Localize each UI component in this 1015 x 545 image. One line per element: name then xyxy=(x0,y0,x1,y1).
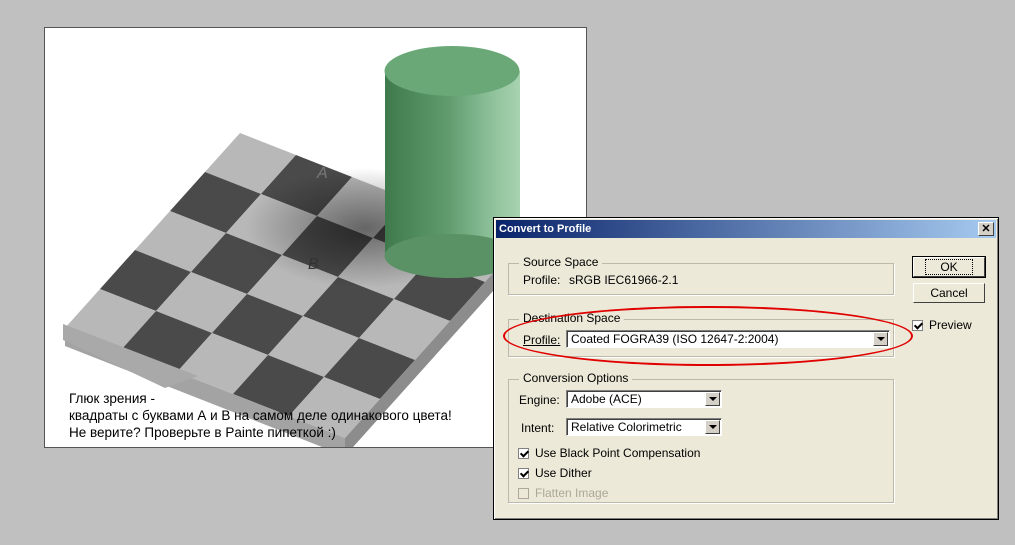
ok-label: OK xyxy=(925,259,973,275)
engine-label: Engine: xyxy=(519,393,560,407)
use-dither-label: Use Dither xyxy=(535,466,592,480)
chevron-down-icon[interactable] xyxy=(705,392,720,406)
intent-label: Intent: xyxy=(521,421,555,435)
letter-b: B xyxy=(308,256,319,273)
dialog-title: Convert to Profile xyxy=(499,223,592,235)
red-highlight-ellipse xyxy=(503,306,913,366)
black-point-label: Use Black Point Compensation xyxy=(535,446,701,460)
checkbox-box[interactable] xyxy=(518,447,529,459)
letter-a: A xyxy=(316,165,328,182)
caption-line-2: квадраты с буквами А и В на самом деле о… xyxy=(69,408,452,423)
close-icon: ✕ xyxy=(981,223,991,235)
intent-value: Relative Colorimetric xyxy=(571,420,682,434)
caption-line-1: Глюк зрения - xyxy=(69,391,155,406)
flatten-image-label: Flatten Image xyxy=(535,486,609,500)
engine-select[interactable]: Adobe (ACE) xyxy=(566,390,722,408)
source-space-group: Source Space Profile: sRGB IEC61966-2.1 xyxy=(508,255,894,295)
close-button[interactable]: ✕ xyxy=(978,222,994,236)
flatten-image-checkbox: Flatten Image xyxy=(518,486,608,500)
intent-select[interactable]: Relative Colorimetric xyxy=(566,418,722,436)
preview-checkbox[interactable]: Preview xyxy=(912,318,972,332)
checkbox-box[interactable] xyxy=(912,319,923,331)
black-point-compensation-checkbox[interactable]: Use Black Point Compensation xyxy=(518,446,700,460)
caption-line-3: Не верите? Проверьте в Painte пипеткой :… xyxy=(69,425,336,440)
dialog-title-bar[interactable]: Convert to Profile ✕ xyxy=(496,220,996,238)
chevron-down-icon[interactable] xyxy=(705,420,720,434)
preview-label: Preview xyxy=(929,318,972,332)
ok-button[interactable]: OK xyxy=(912,256,986,278)
source-profile-value: sRGB IEC61966-2.1 xyxy=(569,273,679,287)
conversion-options-legend: Conversion Options xyxy=(519,371,633,385)
source-profile-label: Profile: xyxy=(523,273,561,287)
use-dither-checkbox[interactable]: Use Dither xyxy=(518,466,592,480)
cylinder-top xyxy=(384,46,520,96)
source-space-legend: Source Space xyxy=(519,255,603,269)
illusion-caption: Глюк зрения - квадраты с буквами А и В н… xyxy=(69,390,452,441)
checkbox-box xyxy=(518,487,529,499)
cancel-button[interactable]: Cancel xyxy=(913,283,985,303)
engine-value: Adobe (ACE) xyxy=(571,392,642,406)
convert-to-profile-dialog: Convert to Profile ✕ Source Space Profil… xyxy=(493,217,999,520)
conversion-options-group: Conversion Options Engine: Adobe (ACE) I… xyxy=(508,371,894,503)
checkbox-box[interactable] xyxy=(518,467,529,479)
